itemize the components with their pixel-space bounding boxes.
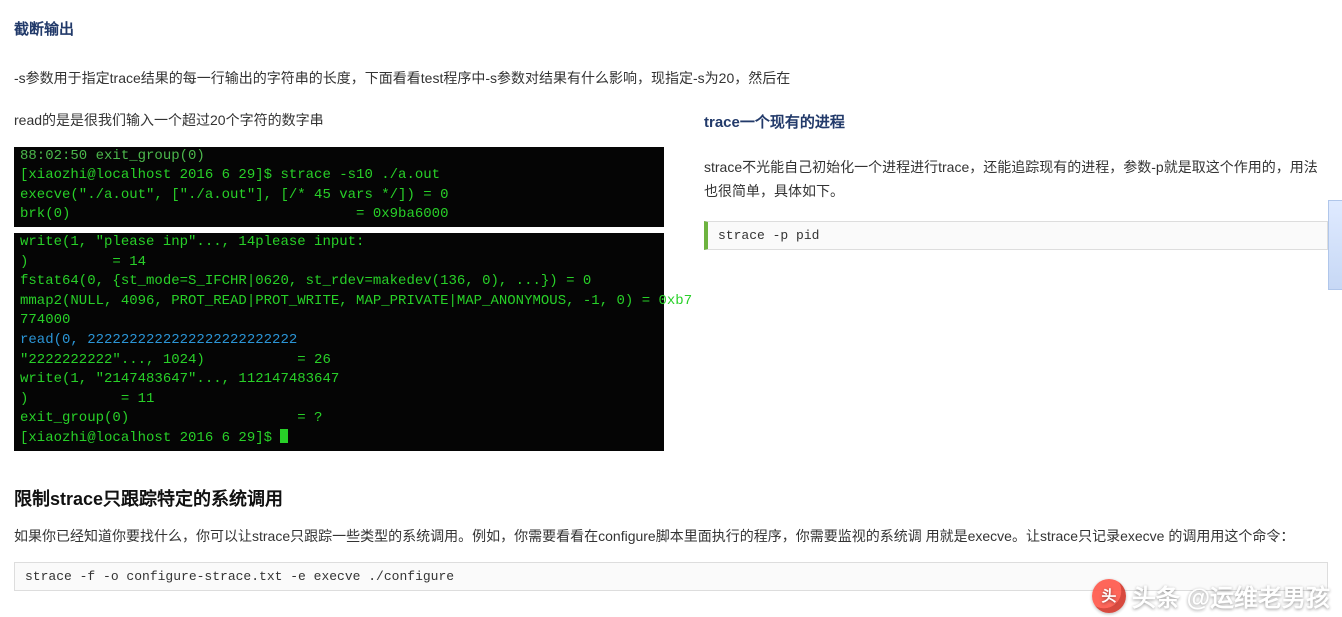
right-column: trace一个现有的进程 strace不光能自己初始化一个进程进行trace，还… (704, 109, 1328, 259)
heading-existing-process: trace一个现有的进程 (704, 111, 1328, 132)
paragraph-limit-strace: 如果你已经知道你要找什么，你可以让strace只跟踪一些类型的系统调用。例如，你… (14, 525, 1328, 549)
scrollbar-stub[interactable] (1328, 200, 1342, 290)
heading-truncate: 截断输出 (14, 18, 1328, 39)
heading-limit-strace: 限制strace只跟踪特定的系统调用 (14, 485, 1328, 511)
terminal-block-1: 88:02:50 exit_group(0) [xiaozhi@localhos… (14, 147, 664, 227)
paragraph-truncate-2: read的是是很我们输入一个超过20个字符的数字串 (14, 109, 664, 133)
code-strace-p: strace -p pid (704, 221, 1328, 250)
paragraph-truncate-1: -s参数用于指定trace结果的每一行输出的字符串的长度，下面看看test程序中… (14, 67, 1328, 91)
terminal-block-2: write(1, "please inp"..., 14please input… (14, 233, 664, 451)
left-column: read的是是很我们输入一个超过20个字符的数字串 88:02:50 exit_… (14, 109, 664, 457)
paragraph-existing-process: strace不光能自己初始化一个进程进行trace，还能追踪现有的进程，参数-p… (704, 156, 1328, 204)
code-strace-execve: strace -f -o configure-strace.txt -e exe… (14, 562, 1328, 591)
